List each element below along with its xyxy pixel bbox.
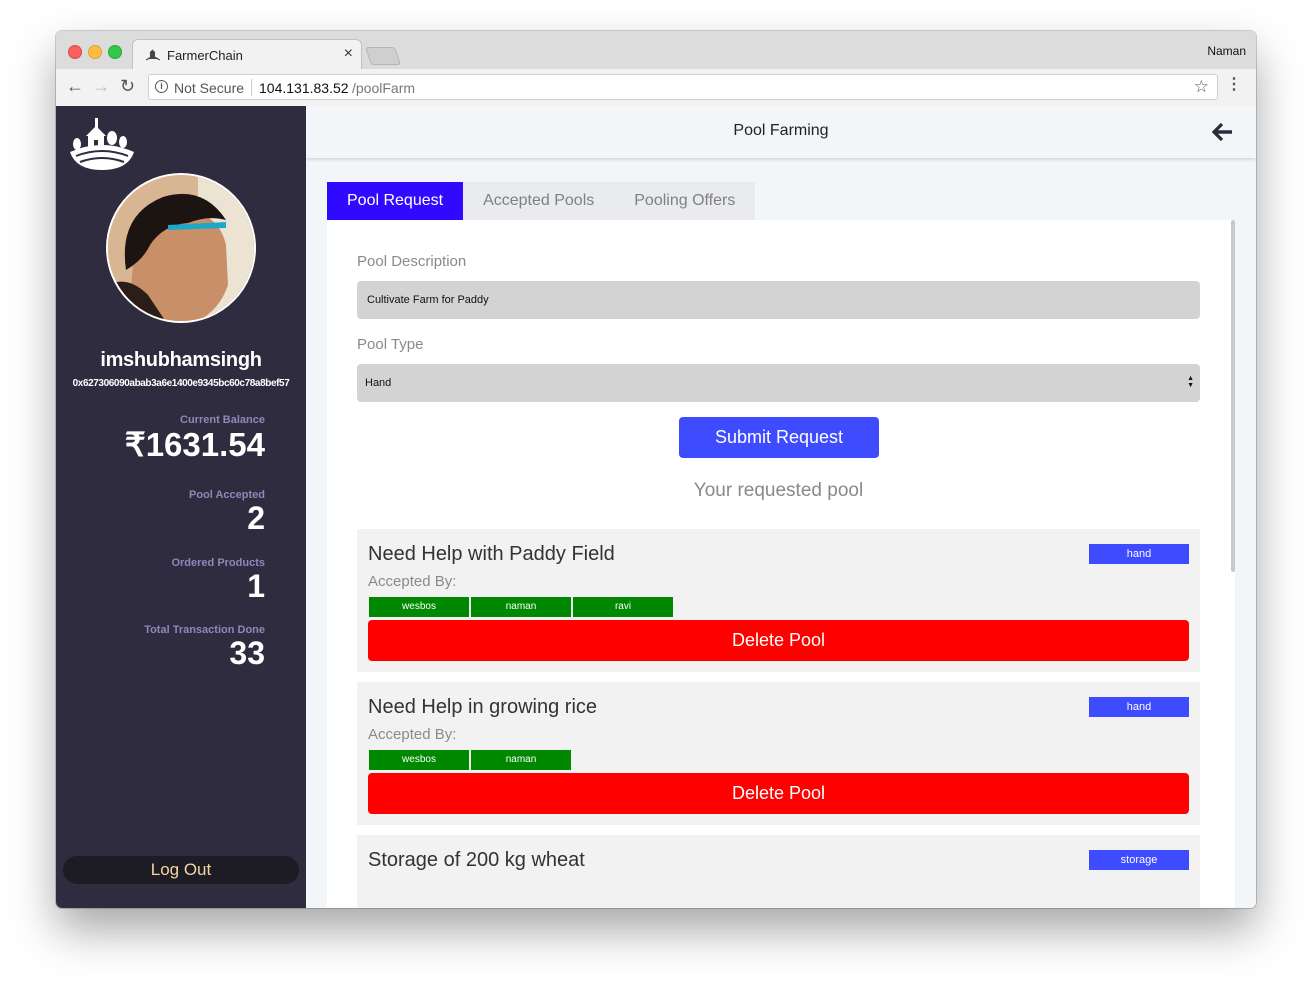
- close-window-button[interactable]: [68, 45, 82, 59]
- logout-button[interactable]: Log Out: [63, 856, 299, 884]
- main-content: Pool Farming Pool Request Accepted Pools…: [306, 106, 1256, 908]
- accepted-by-label: Accepted By:: [368, 573, 457, 590]
- browser-profile-name[interactable]: Naman: [1207, 44, 1246, 58]
- pool-description-input[interactable]: Cultivate Farm for Paddy: [357, 281, 1200, 319]
- bookmark-star-icon[interactable]: ☆: [1194, 77, 1209, 97]
- sidebar: imshubhamsingh 0x627306090abab3a6e1400e9…: [56, 106, 306, 908]
- forward-arrow-icon[interactable]: →: [92, 76, 110, 96]
- url-path: /poolFarm: [352, 80, 416, 96]
- panel-scrollbar[interactable]: [1231, 220, 1235, 572]
- ordered-products-value: 1: [247, 568, 265, 604]
- acceptor-badge: wesbos: [369, 597, 469, 617]
- acceptor-badge: naman: [471, 597, 571, 617]
- url-host: 104.131.83.52: [259, 80, 349, 96]
- wallet-address: 0x627306090abab3a6e1400e9345bc60c78a8bef…: [72, 378, 290, 389]
- username: imshubhamsingh: [100, 349, 262, 371]
- pool-title: Need Help in growing rice: [368, 696, 598, 718]
- accepted-by-label: Accepted By:: [368, 726, 457, 743]
- address-bar[interactable]: i Not Secure 104.131.83.52 /poolFarm ☆: [148, 74, 1218, 100]
- pool-type-badge: hand: [1089, 544, 1189, 564]
- delete-pool-button[interactable]: Delete Pool: [368, 773, 1189, 814]
- pool-card: Storage of 200 kg wheat storage: [357, 835, 1200, 908]
- acceptor-badge: wesbos: [369, 750, 469, 770]
- pool-type-label: Pool Type: [357, 336, 424, 353]
- tab-accepted-pools[interactable]: Accepted Pools: [463, 182, 615, 220]
- pool-type-value: Hand: [365, 377, 392, 389]
- avatar: [106, 173, 256, 323]
- avatar-portrait: [108, 175, 254, 321]
- zoom-window-button[interactable]: [108, 45, 122, 59]
- url-divider: [251, 79, 252, 96]
- browser-window: FarmerChain × Naman ← → ↻ i Not Secure 1…: [56, 31, 1256, 908]
- pool-type-badge: hand: [1089, 697, 1189, 717]
- pool-tabs: Pool Request Accepted Pools Pooling Offe…: [327, 182, 756, 220]
- page-title: Pool Farming: [733, 122, 829, 139]
- total-transactions-value: 33: [229, 635, 265, 671]
- tab-title: FarmerChain: [167, 48, 243, 63]
- pool-type-select[interactable]: Hand ▲ ▼: [357, 364, 1200, 402]
- pool-title: Storage of 200 kg wheat: [368, 849, 585, 871]
- not-secure-label: Not Secure: [174, 80, 245, 96]
- pool-description-value: Cultivate Farm for Paddy: [367, 294, 489, 306]
- farm-favicon-icon: [145, 49, 161, 61]
- info-icon[interactable]: i: [155, 80, 168, 93]
- balance-label: Current Balance: [180, 414, 265, 426]
- acceptor-badge: ravi: [573, 597, 673, 617]
- pool-card: Need Help in growing rice hand Accepted …: [357, 682, 1200, 825]
- submit-request-button[interactable]: Submit Request: [679, 417, 879, 458]
- acceptor-list: wesbos naman ravi: [369, 597, 673, 617]
- balance-value: ₹1631.54: [124, 426, 265, 463]
- browser-menu-icon[interactable]: ⋮: [1226, 77, 1242, 93]
- acceptor-badge: naman: [471, 750, 571, 770]
- pool-description-label: Pool Description: [357, 253, 467, 270]
- pool-type-badge: storage: [1089, 850, 1189, 870]
- pool-request-panel: Pool Description Cultivate Farm for Padd…: [327, 220, 1235, 908]
- browser-tab[interactable]: FarmerChain ×: [132, 39, 362, 69]
- back-arrow-icon[interactable]: ←: [66, 76, 84, 96]
- tab-pooling-offers[interactable]: Pooling Offers: [614, 182, 756, 220]
- requested-pool-heading: Your requested pool: [693, 480, 864, 501]
- delete-pool-button[interactable]: Delete Pool: [368, 620, 1189, 661]
- select-updown-icon: ▲ ▼: [1187, 375, 1194, 389]
- acceptor-list: wesbos naman: [369, 750, 571, 770]
- back-arrow-icon[interactable]: [1212, 121, 1234, 143]
- pool-accepted-value: 2: [247, 500, 265, 536]
- browser-toolbar: ← → ↻ i Not Secure 104.131.83.52 /poolFa…: [56, 69, 1256, 107]
- minimize-window-button[interactable]: [88, 45, 102, 59]
- reload-icon[interactable]: ↻: [120, 76, 135, 96]
- tab-close-icon[interactable]: ×: [344, 45, 353, 63]
- pool-title: Need Help with Paddy Field: [368, 543, 615, 565]
- new-tab-button[interactable]: [365, 47, 401, 65]
- page-header: Pool Farming: [306, 106, 1256, 158]
- pool-card: Need Help with Paddy Field hand Accepted…: [357, 529, 1200, 672]
- farm-logo-icon: [70, 118, 134, 170]
- tab-pool-request[interactable]: Pool Request: [327, 182, 464, 220]
- browser-titlebar: FarmerChain × Naman: [56, 31, 1256, 69]
